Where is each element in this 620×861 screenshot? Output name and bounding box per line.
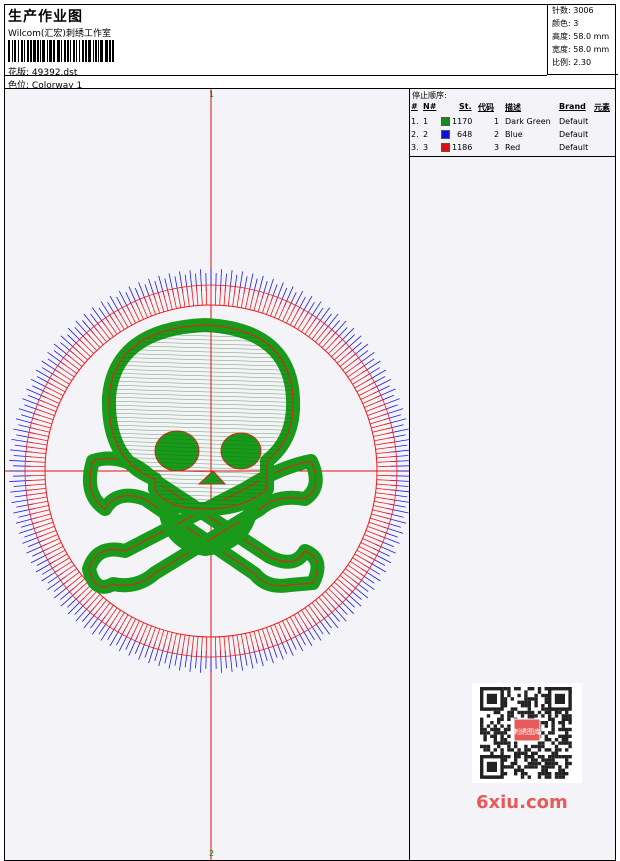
table-row: 3. 3 1186 3 Red Default bbox=[411, 143, 589, 152]
skull-crossbones-motif bbox=[82, 318, 325, 594]
design-scale: 比例: 2.30 bbox=[552, 58, 592, 67]
table-row: 2. 2 648 2 Blue Default bbox=[411, 130, 589, 139]
col-header-brand: Brand bbox=[559, 102, 586, 111]
axis-top-label: 1 bbox=[209, 90, 215, 99]
color-swatch bbox=[441, 117, 450, 126]
col-header-code: 代码 bbox=[478, 103, 494, 112]
pattern-info: 花版: 49392.dst bbox=[8, 65, 77, 78]
page-title: 生产作业图 bbox=[8, 9, 83, 25]
col-header-needle: N# bbox=[423, 102, 437, 111]
embroidery-design bbox=[5, 89, 409, 860]
col-header-element: 元素 bbox=[594, 103, 610, 112]
design-preview: 1 2 bbox=[4, 88, 410, 861]
design-height: 高度: 58.0 mm bbox=[552, 32, 610, 41]
color-swatch bbox=[441, 143, 450, 152]
stop-sequence-panel: 停止顺序: # N# St. 代码 描述 Brand 元素 1. 1 1170 … bbox=[409, 88, 616, 861]
pattern-value: 49392.dst bbox=[31, 68, 78, 78]
color-swatch bbox=[441, 130, 450, 139]
header-divider bbox=[5, 75, 547, 76]
watermark-text: 6xiu.com bbox=[476, 792, 568, 813]
stop-sequence-table: # N# St. 代码 描述 Brand 元素 1. 1 1170 1 Dark… bbox=[410, 100, 616, 157]
company-name: Wilcom(汇宏)刺绣工作室 bbox=[8, 29, 111, 39]
header-panel: 生产作业图 Wilcom(汇宏)刺绣工作室 花版: 49392.dst 色位: … bbox=[4, 4, 618, 91]
table-row: 1. 1 1170 1 Dark Green Default bbox=[411, 117, 589, 126]
color-count: 颜色: 3 bbox=[552, 19, 579, 28]
barcode-image bbox=[8, 40, 114, 62]
stats-panel: 针数: 3006 颜色: 3 高度: 58.0 mm 宽度: 58.0 mm 比… bbox=[547, 4, 618, 75]
col-header-description: 描述 bbox=[505, 103, 521, 112]
qr-code-image: 刺绣图库 bbox=[472, 683, 582, 783]
col-header-index: # bbox=[411, 102, 418, 111]
svg-text:刺绣图库: 刺绣图库 bbox=[513, 727, 541, 736]
stitch-count: 针数: 3006 bbox=[552, 6, 594, 15]
production-sheet: 生产作业图 Wilcom(汇宏)刺绣工作室 花版: 49392.dst 色位: … bbox=[0, 0, 620, 861]
design-width: 宽度: 58.0 mm bbox=[552, 45, 610, 54]
pattern-label: 花版: bbox=[8, 68, 30, 78]
col-header-stitches: St. bbox=[459, 102, 472, 111]
axis-bottom-label: 2 bbox=[209, 849, 215, 858]
